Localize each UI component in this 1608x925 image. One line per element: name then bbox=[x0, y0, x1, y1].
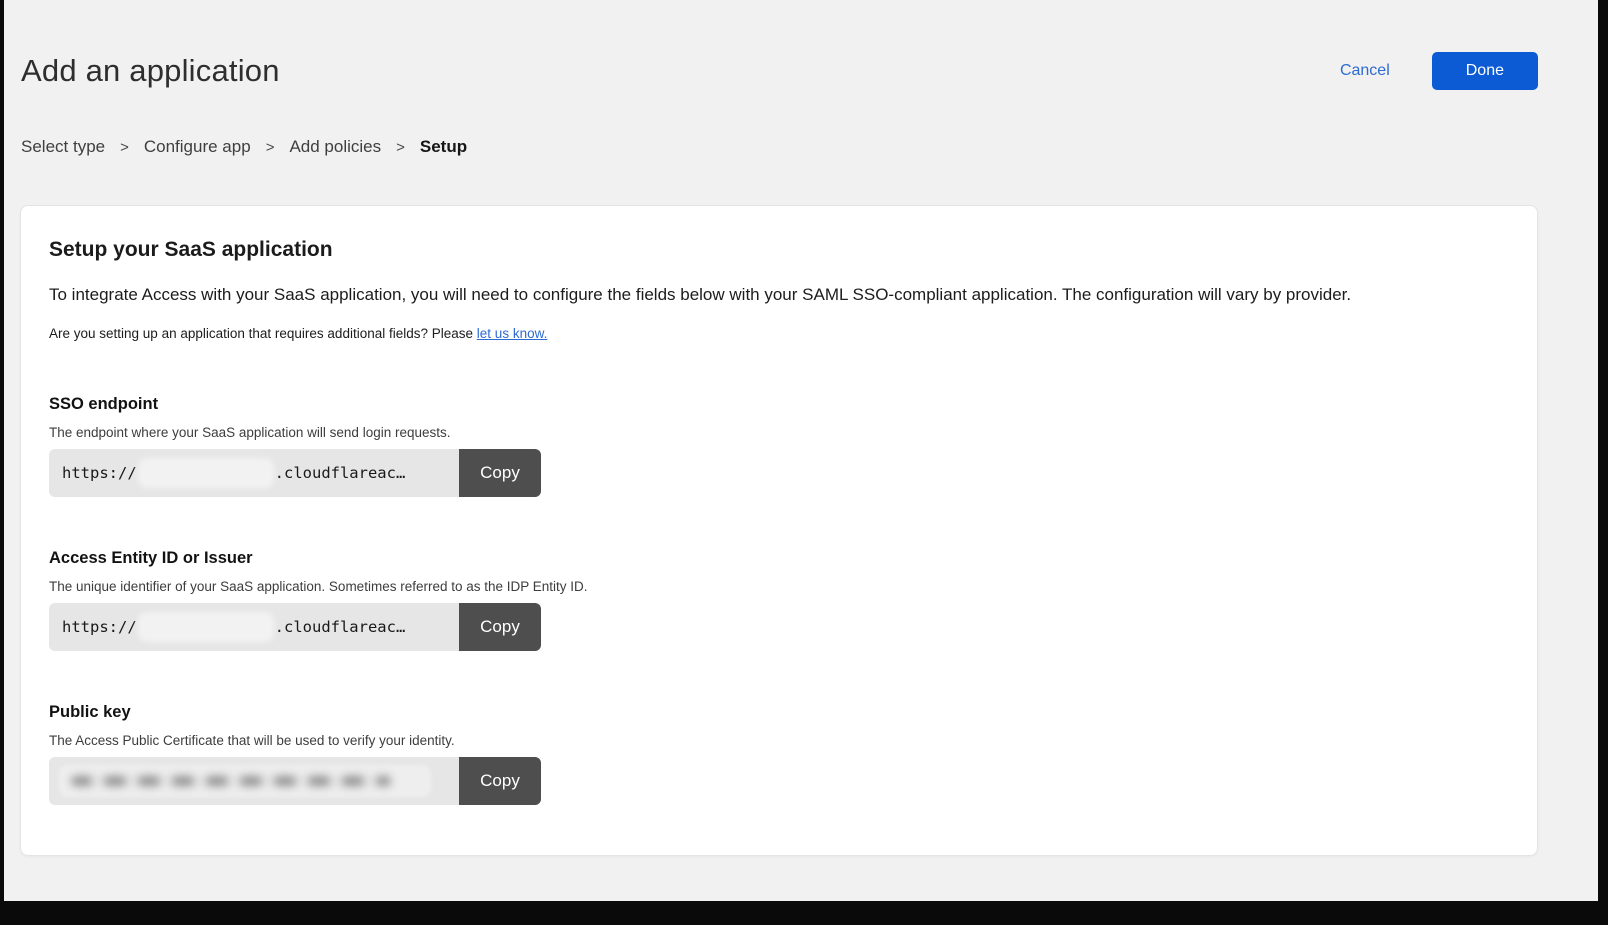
let-us-know-link[interactable]: let us know. bbox=[477, 326, 548, 341]
cancel-button[interactable]: Cancel bbox=[1340, 62, 1390, 80]
app-screen: Add an application Cancel Done Select ty… bbox=[4, 0, 1598, 901]
public-key-value[interactable] bbox=[49, 757, 459, 805]
page-header: Add an application Cancel Done bbox=[21, 52, 1538, 90]
field-row: https:// .cloudflareac… Copy bbox=[49, 449, 541, 497]
field-section-public-key: Public key The Access Public Certificate… bbox=[49, 703, 1509, 805]
value-suffix: .cloudflareac… bbox=[275, 464, 406, 482]
header-actions: Cancel Done bbox=[1340, 52, 1538, 90]
copy-button[interactable]: Copy bbox=[459, 449, 541, 497]
sso-endpoint-value[interactable]: https:// .cloudflareac… bbox=[49, 449, 459, 497]
breadcrumb-separator: > bbox=[266, 139, 275, 156]
page-title: Add an application bbox=[21, 53, 280, 89]
entity-id-value[interactable]: https:// .cloudflareac… bbox=[49, 603, 459, 651]
field-description: The Access Public Certificate that will … bbox=[49, 733, 1509, 748]
breadcrumb-separator: > bbox=[120, 139, 129, 156]
copy-button[interactable]: Copy bbox=[459, 757, 541, 805]
field-label: Access Entity ID or Issuer bbox=[49, 549, 1509, 568]
field-row: https:// .cloudflareac… Copy bbox=[49, 603, 541, 651]
breadcrumb: Select type > Configure app > Add polici… bbox=[21, 137, 1538, 157]
field-section-entity-id: Access Entity ID or Issuer The unique id… bbox=[49, 549, 1509, 651]
card-heading: Setup your SaaS application bbox=[49, 238, 1509, 262]
card-note-text: Are you setting up an application that r… bbox=[49, 326, 473, 341]
field-description: The endpoint where your SaaS application… bbox=[49, 425, 1509, 440]
value-prefix: https:// bbox=[62, 618, 137, 636]
field-description: The unique identifier of your SaaS appli… bbox=[49, 579, 1509, 594]
field-label: SSO endpoint bbox=[49, 395, 1509, 414]
value-suffix: .cloudflareac… bbox=[275, 618, 406, 636]
redacted-blur bbox=[59, 765, 431, 797]
setup-card: Setup your SaaS application To integrate… bbox=[20, 205, 1538, 856]
breadcrumb-step-select-type[interactable]: Select type bbox=[21, 137, 105, 157]
card-intro-text: To integrate Access with your SaaS appli… bbox=[49, 284, 1509, 306]
card-note: Are you setting up an application that r… bbox=[49, 326, 1509, 341]
field-label: Public key bbox=[49, 703, 1509, 722]
value-prefix: https:// bbox=[62, 464, 137, 482]
redacted-blur bbox=[138, 612, 274, 642]
breadcrumb-step-configure-app[interactable]: Configure app bbox=[144, 137, 251, 157]
breadcrumb-separator: > bbox=[396, 139, 405, 156]
done-button[interactable]: Done bbox=[1432, 52, 1538, 90]
field-row: Copy bbox=[49, 757, 541, 805]
copy-button[interactable]: Copy bbox=[459, 603, 541, 651]
redacted-blur bbox=[138, 458, 274, 488]
field-section-sso-endpoint: SSO endpoint The endpoint where your Saa… bbox=[49, 395, 1509, 497]
breadcrumb-step-add-policies[interactable]: Add policies bbox=[289, 137, 381, 157]
breadcrumb-step-setup: Setup bbox=[420, 137, 467, 157]
